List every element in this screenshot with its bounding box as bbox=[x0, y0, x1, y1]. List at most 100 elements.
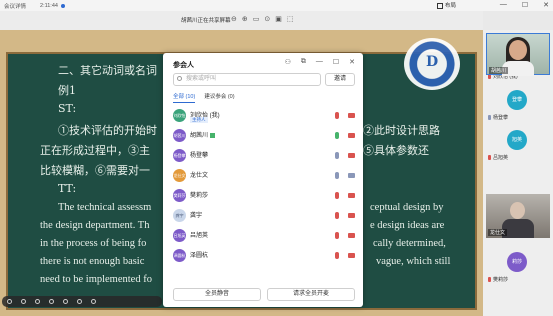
invite-button[interactable]: 邀请 bbox=[325, 73, 355, 86]
undo-icon[interactable] bbox=[77, 299, 82, 304]
panel-minimize-button[interactable]: — bbox=[316, 58, 323, 66]
fullscreen-icon[interactable]: ⬚ bbox=[287, 15, 294, 23]
search-icon bbox=[177, 76, 182, 81]
board-line: TT: bbox=[58, 182, 77, 195]
camera-icon[interactable] bbox=[348, 193, 355, 198]
pen-icon[interactable] bbox=[21, 299, 26, 304]
camera-icon[interactable] bbox=[348, 153, 355, 158]
avatar: 吕旭英 bbox=[173, 229, 186, 242]
participant-name: 吕旭英 bbox=[190, 233, 209, 239]
zoom-out-icon[interactable]: ⊖ bbox=[231, 15, 237, 23]
avatar: 龙仕文 bbox=[173, 169, 186, 182]
participant-name: 龙仕文 bbox=[190, 173, 209, 179]
app-name: 会议详情 bbox=[4, 3, 27, 10]
camera-icon[interactable] bbox=[348, 213, 355, 218]
camera-icon[interactable] bbox=[348, 233, 355, 238]
annotate-icon[interactable]: ⊙ bbox=[264, 15, 270, 23]
university-logo: D bbox=[404, 38, 460, 90]
video-tile-name: 龙仕文 bbox=[488, 229, 508, 236]
mute-all-button[interactable]: 全员静音 bbox=[173, 288, 261, 301]
participant-row[interactable]: 泽圆杭 泽圆杭 bbox=[163, 246, 363, 266]
status-dot-icon bbox=[60, 3, 65, 8]
maximize-button[interactable]: ☐ bbox=[522, 1, 528, 9]
screen-share-bar: 胡茜川正在共享屏幕 ⊖ ⊕ ▭ ⊙ ▣ ⬚ bbox=[0, 11, 483, 30]
video-tile-name: 杨登攀 bbox=[493, 115, 509, 121]
fit-screen-icon[interactable]: ▭ bbox=[253, 15, 260, 23]
people-settings-icon[interactable]: ⚇ bbox=[285, 58, 291, 66]
board-line: e design ideas are bbox=[370, 220, 445, 231]
avatar: 龚宇 bbox=[173, 209, 186, 222]
window-titlebar: 会议详情 2:11:44 布局 — ☐ ✕ bbox=[0, 0, 553, 11]
unmute-all-button[interactable]: 请求全员开麦 bbox=[267, 288, 355, 301]
participant-row[interactable]: 吕旭英 吕旭英 bbox=[163, 226, 363, 246]
participant-row[interactable]: 胡茜川 胡茜川 bbox=[163, 126, 363, 146]
sharing-status-text: 胡茜川正在共享屏幕 bbox=[181, 18, 231, 24]
participant-list: 刘欣怡 刘欣怡 (我) 主持人 胡茜川 胡茜川 杨登攀 杨登攀 龙仕文 龙仕文 樊莉莎 樊莉莎 龚宇龚… bbox=[163, 106, 363, 266]
minimize-button[interactable]: — bbox=[500, 1, 507, 9]
shield-icon bbox=[210, 132, 216, 138]
video-tile-name: 樊莉莎 bbox=[493, 277, 509, 283]
snapshot-icon[interactable]: ▣ bbox=[275, 15, 282, 23]
board-line: vague, which still bbox=[376, 256, 451, 267]
board-line: 正在形成过程中，③主 bbox=[40, 144, 150, 157]
meeting-timer: 2:11:44 bbox=[40, 2, 58, 9]
microphone-icon[interactable] bbox=[335, 112, 339, 119]
panel-maximize-button[interactable]: ☐ bbox=[333, 58, 339, 66]
microphone-icon[interactable] bbox=[335, 232, 339, 239]
participant-row[interactable]: 樊莉莎 樊莉莎 bbox=[163, 186, 363, 206]
participants-panel: 参会人 ⚇ ⧉ — ☐ ✕ 搜索或呼叫 邀请 全部 (10) 建议参会 (0) … bbox=[163, 53, 363, 307]
participant-name: 樊莉莎 bbox=[190, 193, 209, 199]
search-input[interactable]: 搜索或呼叫 bbox=[173, 73, 321, 86]
zoom-in-icon[interactable]: ⊕ bbox=[242, 15, 248, 23]
avatar: 杨登攀 bbox=[173, 149, 186, 162]
board-line: cally determined, bbox=[373, 238, 446, 249]
shape-icon[interactable] bbox=[49, 299, 54, 304]
camera-icon[interactable] bbox=[348, 133, 355, 138]
participant-row[interactable]: 杨登攀 杨登攀 bbox=[163, 146, 363, 166]
participant-name: 龚宇 bbox=[190, 213, 203, 219]
tab-suggested[interactable]: 建议参会 (0) bbox=[204, 92, 234, 103]
avatar: 莉莎 bbox=[507, 252, 527, 272]
avatar: 刘欣怡 bbox=[173, 109, 186, 122]
presenter-video-tile[interactable]: 胡茜川 bbox=[486, 33, 550, 76]
board-line: need to be implemented fo bbox=[40, 274, 152, 285]
participant-name: 胡茜川 bbox=[190, 130, 216, 139]
avatar: 胡茜川 bbox=[173, 129, 186, 142]
participant-row[interactable]: 刘欣怡 刘欣怡 (我) 主持人 bbox=[163, 106, 363, 126]
microphone-icon[interactable] bbox=[335, 212, 339, 219]
participant-row[interactable]: 龙仕文 龙仕文 bbox=[163, 166, 363, 186]
panel-close-button[interactable]: ✕ bbox=[349, 58, 355, 66]
microphone-icon[interactable] bbox=[335, 152, 339, 159]
camera-icon[interactable] bbox=[348, 253, 355, 258]
microphone-icon[interactable] bbox=[335, 192, 339, 199]
board-line: ST: bbox=[58, 102, 77, 115]
camera-icon[interactable] bbox=[348, 173, 355, 178]
popout-icon[interactable]: ⧉ bbox=[301, 58, 306, 66]
avatar: 登攀 bbox=[507, 90, 527, 110]
grid-icon bbox=[437, 2, 443, 9]
eraser-icon[interactable] bbox=[63, 299, 68, 304]
microphone-icon[interactable] bbox=[335, 252, 339, 259]
board-line: ceptual design by bbox=[370, 202, 444, 213]
avatar: 泽圆杭 bbox=[173, 249, 186, 262]
camera-icon[interactable] bbox=[348, 113, 355, 118]
layout-button[interactable]: 布局 bbox=[437, 1, 456, 9]
participant-row[interactable]: 龚宇 龚宇 bbox=[163, 206, 363, 226]
highlighter-icon[interactable] bbox=[35, 299, 40, 304]
video-tile-name: 胡茜川 bbox=[489, 67, 509, 74]
avatar: 旭英 bbox=[507, 130, 527, 150]
board-line: the design department. Th bbox=[40, 220, 150, 231]
tab-all[interactable]: 全部 (10) bbox=[173, 92, 196, 103]
board-line: in the process of being fo bbox=[40, 238, 147, 249]
microphone-icon[interactable] bbox=[335, 172, 339, 179]
close-window-button[interactable]: ✕ bbox=[543, 1, 549, 9]
camera-video-tile[interactable]: 龙仕文 bbox=[486, 194, 550, 238]
panel-title: 参会人 bbox=[173, 62, 194, 69]
microphone-icon bbox=[488, 277, 491, 283]
board-line: ②此时设计思路 bbox=[363, 124, 440, 137]
avatar: 樊莉莎 bbox=[173, 189, 186, 202]
pointer-icon[interactable] bbox=[7, 299, 12, 304]
microphone-icon[interactable] bbox=[335, 132, 339, 139]
more-icon[interactable] bbox=[91, 299, 96, 304]
board-line: there is not enough basic bbox=[40, 256, 145, 267]
